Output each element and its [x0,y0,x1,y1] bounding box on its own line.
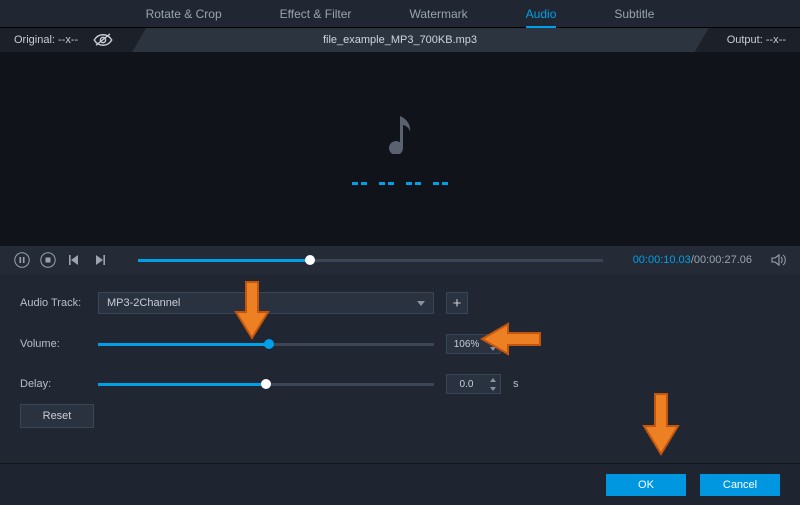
current-time: 00:00:10.03 [633,254,691,266]
delay-value: 0.0 [447,375,486,393]
playback-progress-fill [138,259,310,262]
volume-slider[interactable] [98,343,434,346]
tab-effect-filter[interactable]: Effect & Filter [280,7,352,21]
playback-bar: 00:00:10.03/00:00:27.06 [0,246,800,274]
prev-frame-button[interactable] [66,252,82,268]
volume-slider-fill [98,343,269,346]
volume-value: 106% [447,335,486,353]
output-dimensions-segment: Output: --x-- [695,28,800,52]
audio-track-label: Audio Track: [20,297,86,309]
tab-watermark[interactable]: Watermark [409,7,467,21]
dialog-footer: OK Cancel [0,463,800,505]
preview-toggle-icon[interactable] [92,33,114,47]
volume-label: Volume: [20,338,86,350]
preview-area [0,52,800,246]
delay-stepper[interactable]: 0.0 [446,374,501,394]
editor-tab-bar: Rotate & Crop Effect & Filter Watermark … [0,0,800,28]
audio-settings-form: Audio Track: MP3-2Channel + Volume: 106%… [0,274,800,402]
volume-row: Volume: 106% [20,334,780,354]
ok-button[interactable]: OK [606,474,686,496]
playback-time-display: 00:00:10.03/00:00:27.06 [633,254,752,266]
chevron-down-icon [417,301,425,306]
delay-slider-knob[interactable] [261,379,271,389]
pause-button[interactable] [14,252,30,268]
audio-visualizer-icon [352,182,448,185]
audio-track-row: Audio Track: MP3-2Channel + [20,292,780,314]
volume-icon[interactable] [770,252,786,268]
cancel-button[interactable]: Cancel [700,474,780,496]
volume-slider-knob[interactable] [264,339,274,349]
add-audio-track-button[interactable]: + [446,292,468,314]
music-note-icon [386,114,414,154]
original-dimensions-label: Original: --x-- [14,34,78,46]
filename-label: file_example_MP3_700KB.mp3 [323,34,477,46]
audio-track-value: MP3-2Channel [107,297,180,309]
volume-stepper[interactable]: 106% [446,334,501,354]
playback-progress[interactable] [138,259,603,262]
tab-subtitle[interactable]: Subtitle [614,7,654,21]
audio-track-select[interactable]: MP3-2Channel [98,292,434,314]
tab-rotate-crop[interactable]: Rotate & Crop [146,7,222,21]
total-time: 00:00:27.06 [694,254,752,266]
delay-step-up[interactable] [486,375,500,384]
delay-slider[interactable] [98,383,434,386]
tab-audio[interactable]: Audio [526,7,557,28]
output-dimensions-label: Output: --x-- [727,34,786,46]
original-dimensions-segment: Original: --x-- [0,28,146,52]
stop-button[interactable] [40,252,56,268]
delay-unit: s [513,378,519,390]
delay-label: Delay: [20,378,86,390]
preview-info-bar: Original: --x-- file_example_MP3_700KB.m… [0,28,800,52]
delay-row: Delay: 0.0 s [20,374,780,394]
delay-step-down[interactable] [486,384,500,393]
delay-slider-fill [98,383,266,386]
playback-progress-knob[interactable] [305,255,315,265]
next-frame-button[interactable] [92,252,108,268]
volume-step-down[interactable] [486,344,500,353]
reset-button[interactable]: Reset [20,404,94,428]
volume-step-up[interactable] [486,335,500,344]
